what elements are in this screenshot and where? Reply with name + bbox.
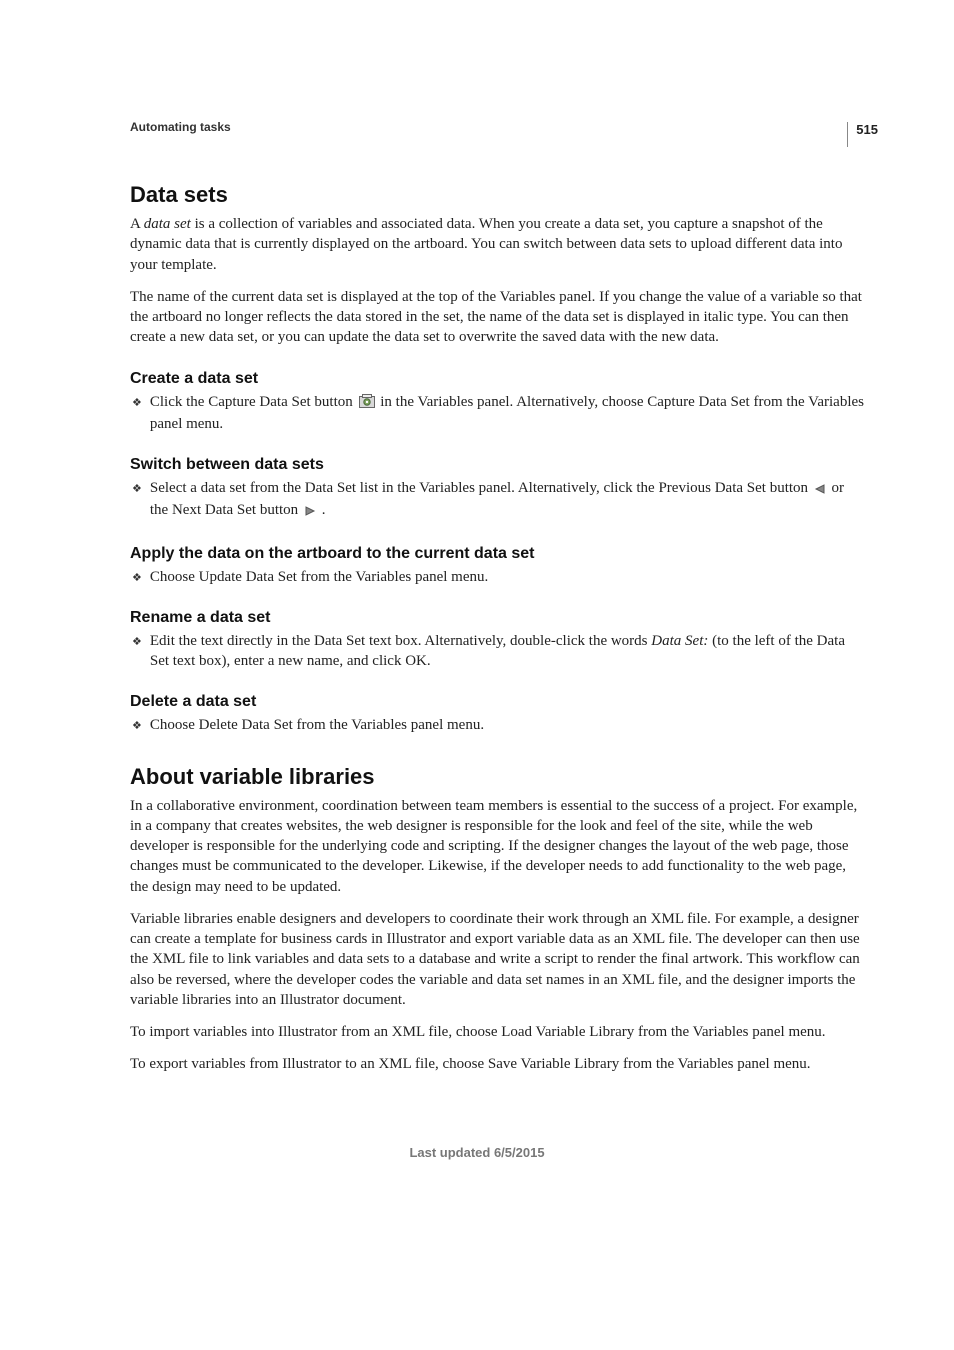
previous-data-set-icon bbox=[814, 480, 826, 500]
text: A bbox=[130, 216, 144, 232]
heading-data-sets: Data sets bbox=[130, 182, 864, 208]
capture-data-set-icon bbox=[359, 394, 375, 414]
bullet-text: Edit the text directly in the Data Set t… bbox=[150, 631, 864, 672]
bullet-text: Choose Delete Data Set from the Variable… bbox=[150, 715, 484, 735]
page-number: 515 bbox=[847, 122, 878, 147]
paragraph: In a collaborative environment, coordina… bbox=[130, 796, 864, 897]
text: Edit the text directly in the Data Set t… bbox=[150, 633, 651, 649]
footer-last-updated: Last updated 6/5/2015 bbox=[0, 1145, 954, 1160]
chapter-title: Automating tasks bbox=[130, 120, 864, 134]
diamond-bullet-icon: ❖ bbox=[132, 635, 142, 648]
text: Select a data set from the Data Set list… bbox=[150, 480, 812, 496]
heading-delete-data-set: Delete a data set bbox=[130, 693, 864, 711]
paragraph: To import variables into Illustrator fro… bbox=[130, 1022, 864, 1042]
text: is a collection of variables and associa… bbox=[130, 216, 842, 273]
bullet-text: Choose Update Data Set from the Variable… bbox=[150, 567, 488, 587]
page: 515 Automating tasks Data sets A data se… bbox=[0, 0, 954, 1200]
diamond-bullet-icon: ❖ bbox=[132, 571, 142, 584]
paragraph: The name of the current data set is disp… bbox=[130, 287, 864, 348]
bullet-item: ❖ Click the Capture Data Set button in t… bbox=[130, 392, 864, 435]
heading-rename-data-set: Rename a data set bbox=[130, 609, 864, 627]
term-data-set-label: Data Set: bbox=[651, 633, 708, 649]
text: Click the Capture Data Set button bbox=[150, 394, 357, 410]
bullet-text: Select a data set from the Data Set list… bbox=[150, 478, 864, 523]
heading-variable-libraries: About variable libraries bbox=[130, 764, 864, 790]
paragraph: Variable libraries enable designers and … bbox=[130, 909, 864, 1010]
next-data-set-icon bbox=[304, 502, 316, 522]
diamond-bullet-icon: ❖ bbox=[132, 719, 142, 732]
term-data-set: data set bbox=[144, 216, 191, 232]
heading-apply-data: Apply the data on the artboard to the cu… bbox=[130, 545, 864, 563]
heading-create-data-set: Create a data set bbox=[130, 370, 864, 388]
bullet-item: ❖ Choose Update Data Set from the Variab… bbox=[130, 567, 864, 587]
bullet-item: ❖ Edit the text directly in the Data Set… bbox=[130, 631, 864, 672]
paragraph: To export variables from Illustrator to … bbox=[130, 1054, 864, 1074]
heading-switch-data-sets: Switch between data sets bbox=[130, 456, 864, 474]
bullet-item: ❖ Choose Delete Data Set from the Variab… bbox=[130, 715, 864, 735]
bullet-item: ❖ Select a data set from the Data Set li… bbox=[130, 478, 864, 523]
diamond-bullet-icon: ❖ bbox=[132, 396, 142, 409]
diamond-bullet-icon: ❖ bbox=[132, 482, 142, 495]
text: . bbox=[318, 502, 326, 518]
paragraph: A data set is a collection of variables … bbox=[130, 214, 864, 275]
bullet-text: Click the Capture Data Set button in the… bbox=[150, 392, 864, 435]
